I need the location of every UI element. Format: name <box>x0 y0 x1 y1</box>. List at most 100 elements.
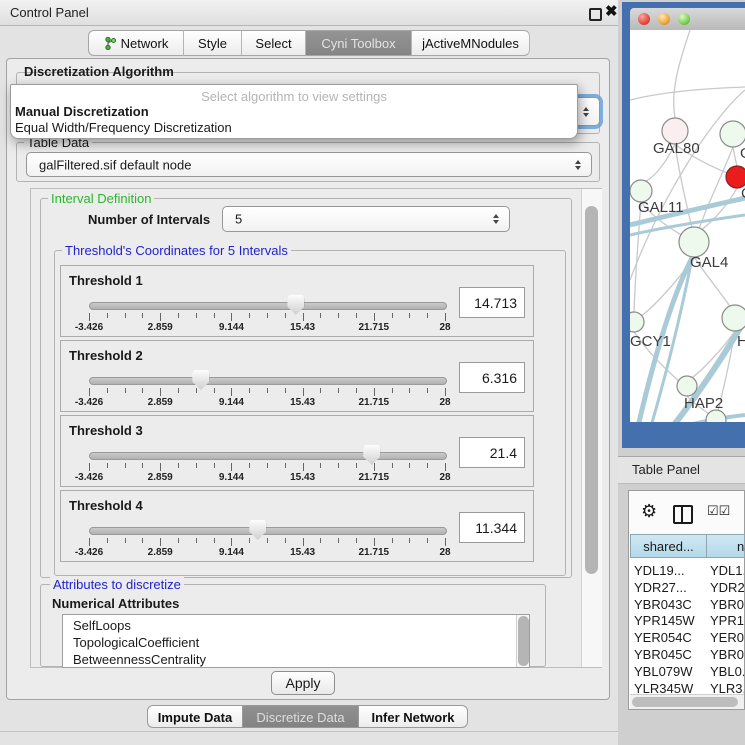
threshold-value-field[interactable]: 14.713 <box>459 287 525 318</box>
attribute-list-item[interactable]: BetweennessCentrality <box>73 652 206 668</box>
slider-thumb[interactable] <box>192 370 209 390</box>
table-cell-name[interactable]: YER0... <box>710 629 744 646</box>
slider-thumb[interactable] <box>287 295 304 315</box>
list-scrollbar-thumb[interactable] <box>518 616 529 666</box>
threshold-panel: Threshold 1-3.4262.8599.14415.4321.71528… <box>60 265 534 337</box>
tick-label: -3.426 <box>75 397 103 408</box>
dropdown-option-manual[interactable]: Manual Discretization <box>15 104 149 119</box>
tick-label: 21.715 <box>359 472 390 483</box>
node-label: C <box>741 185 745 202</box>
table-cell-shared-name[interactable]: YDR27... <box>634 579 687 596</box>
table-cell-shared-name[interactable]: YPR145W <box>634 612 695 629</box>
dropdown-placeholder: Select algorithm to view settings <box>11 89 577 104</box>
tick-mark <box>356 388 357 393</box>
apply-button[interactable]: Apply <box>271 671 335 695</box>
checkboxes-icon[interactable]: ☑☑ <box>707 503 730 519</box>
number-of-intervals-combobox[interactable]: 5 <box>222 206 510 232</box>
tick-label: 15.43 <box>290 397 315 408</box>
table-cell-shared-name[interactable]: YBR043C <box>634 596 692 613</box>
tick-mark <box>392 463 393 468</box>
tab-jactivemnodules[interactable]: jActiveMNodules <box>412 30 530 56</box>
table-rows[interactable]: YDL19... YDL1... YDR27... YDR2... YBR043C YBR… <box>630 560 744 694</box>
table-cell-shared-name[interactable]: YLR345W <box>634 680 693 694</box>
tick-mark <box>196 388 197 393</box>
tab-select[interactable]: Select <box>242 30 306 56</box>
threshold-value-field[interactable]: 6.316 <box>459 362 525 393</box>
table-cell-shared-name[interactable]: YBL079W <box>634 663 693 680</box>
close-icon[interactable]: ✖ <box>605 2 618 20</box>
tick-label: 2.859 <box>148 547 173 558</box>
table-cell-shared-name[interactable]: YDL19... <box>634 562 685 579</box>
column-header-name[interactable]: na <box>706 534 745 558</box>
table-data-combobox[interactable]: galFiltered.sif default node <box>26 152 592 177</box>
tab-cyni-toolbox[interactable]: Cyni Toolbox <box>306 30 412 56</box>
network-canvas[interactable]: GAL80GACGAL11GAL4GCY1HHAP2 <box>630 30 745 422</box>
tick-mark <box>285 538 286 543</box>
tick-mark <box>392 313 393 318</box>
table-cell-name[interactable]: YDR2... <box>710 579 744 596</box>
threshold-slider[interactable] <box>89 302 447 310</box>
threshold-panel: Threshold 3-3.4262.8599.14415.4321.71528… <box>60 415 534 487</box>
table-cell-name[interactable]: YBL0... <box>710 663 744 680</box>
horizontal-scrollbar-thumb[interactable] <box>632 697 738 707</box>
gear-icon[interactable]: ⚙ <box>641 501 657 522</box>
minimize-traffic-light-icon[interactable] <box>658 13 670 25</box>
tick-mark <box>409 463 410 468</box>
column-header-shared[interactable]: shared... <box>630 534 707 558</box>
threshold-label: Threshold 1 <box>69 273 143 288</box>
table-cell-name[interactable]: YBR0... <box>710 646 744 663</box>
table-cell-name[interactable]: YBR0... <box>710 596 744 613</box>
close-traffic-light-icon[interactable] <box>638 13 650 25</box>
tick-mark <box>178 538 179 543</box>
tick-mark <box>320 538 321 543</box>
tick-mark <box>392 538 393 543</box>
float-window-icon[interactable] <box>589 8 602 21</box>
threshold-slider[interactable] <box>89 452 447 460</box>
attribute-list-item[interactable]: SelfLoops <box>73 618 131 635</box>
tick-label: 21.715 <box>359 322 390 333</box>
tab-network[interactable]: Network <box>88 30 184 56</box>
tab-style[interactable]: Style <box>184 30 242 56</box>
threshold-slider[interactable] <box>89 527 447 535</box>
horizontal-scrollbar[interactable] <box>630 694 744 709</box>
table-cell-name[interactable]: YLR3... <box>710 680 744 694</box>
tick-mark <box>142 313 143 318</box>
threshold-slider[interactable] <box>89 377 447 385</box>
slider-thumb[interactable] <box>249 520 266 540</box>
tick-mark <box>427 463 428 468</box>
tick-label: 28 <box>439 397 450 408</box>
threshold-value-field[interactable]: 21.4 <box>459 437 525 468</box>
slider-thumb[interactable] <box>363 445 380 465</box>
tick-mark <box>214 463 215 468</box>
node-label: HAP2 <box>684 395 723 412</box>
column-split-icon[interactable] <box>673 505 693 524</box>
tab-discretize-data[interactable]: Discretize Data <box>242 705 358 728</box>
tick-mark <box>231 388 232 396</box>
table-cell-shared-name[interactable]: YBR045C <box>634 646 692 663</box>
node-label: GA <box>740 145 745 162</box>
table-cell-name[interactable]: YPR1... <box>710 612 744 629</box>
spinner-icon <box>493 214 500 224</box>
table-cell-name[interactable]: YDL1... <box>710 562 744 579</box>
tick-mark <box>445 538 446 546</box>
tick-label: 28 <box>439 547 450 558</box>
discretization-algorithm-group-title: Discretization Algorithm <box>24 64 174 79</box>
dropdown-option-equal-width[interactable]: Equal Width/Frequency Discretization <box>15 120 232 135</box>
tick-mark <box>409 538 410 543</box>
zoom-traffic-light-icon[interactable] <box>678 13 690 25</box>
tab-infer-network[interactable]: Infer Network <box>358 705 468 728</box>
spinner-icon <box>583 107 590 117</box>
tick-mark <box>107 313 108 318</box>
threshold-value-field[interactable]: 11.344 <box>459 512 525 543</box>
numerical-attributes-list[interactable]: SelfLoopsTopologicalCoefficientBetweenne… <box>62 614 530 668</box>
vertical-scrollbar-thumb[interactable] <box>585 206 598 574</box>
tab-impute-data[interactable]: Impute Data <box>147 705 242 728</box>
tick-mark <box>160 313 161 321</box>
list-scrollbar[interactable] <box>516 615 530 667</box>
tick-label: 21.715 <box>359 397 390 408</box>
table-cell-shared-name[interactable]: YER054C <box>634 629 692 646</box>
tick-mark <box>338 538 339 543</box>
attribute-list-item[interactable]: TopologicalCoefficient <box>73 635 199 652</box>
tick-mark <box>142 463 143 468</box>
vertical-scrollbar[interactable] <box>581 189 602 667</box>
